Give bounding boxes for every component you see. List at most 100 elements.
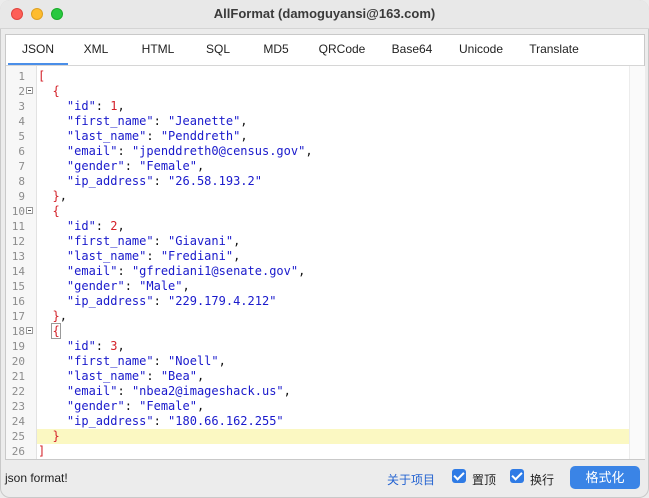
token-bracket: {: [38, 204, 60, 218]
window-title: AllFormat (damoguyansi@163.com): [213, 6, 436, 21]
pin-top-label: 置顶: [472, 473, 497, 487]
token-punct: :: [95, 219, 111, 233]
code-line: 25 }: [6, 429, 629, 444]
line-number: 4: [18, 115, 25, 128]
token-key: "first_name": [38, 354, 154, 368]
token-punct: ,: [233, 234, 241, 248]
line-number: 18: [11, 325, 25, 338]
token-punct: ,: [240, 114, 248, 128]
code-text: "gender": "Female",: [37, 399, 629, 414]
code-line: 10 {: [6, 204, 629, 219]
token-punct: ,: [117, 219, 125, 233]
code-line: 22 "email": "nbea2@imageshack.us",: [6, 384, 629, 399]
code-text: "ip_address": "26.58.193.2": [37, 174, 629, 189]
code-text: }: [37, 429, 629, 444]
line-number: 22: [11, 385, 25, 398]
code-text: },: [37, 189, 629, 204]
code-text: "id": 2,: [37, 219, 629, 234]
line-number: 11: [11, 220, 25, 233]
code-text: "email": "nbea2@imageshack.us",: [37, 384, 629, 399]
code-line: 7 "gender": "Female",: [6, 159, 629, 174]
code-line: 16 "ip_address": "229.179.4.212": [6, 294, 629, 309]
code-line: 18 {: [6, 323, 629, 339]
token-bracket: }: [38, 429, 60, 443]
line-number: 9: [18, 190, 25, 203]
token-punct: ,: [59, 309, 67, 323]
tab-base64[interactable]: Base64: [384, 35, 440, 65]
token-punct: ,: [298, 264, 306, 278]
code-line: 3 "id": 1,: [6, 99, 629, 114]
code-text: "email": "jpenddreth0@census.gov",: [37, 144, 629, 159]
line-number: 15: [11, 280, 25, 293]
matched-bracket: {: [51, 323, 61, 339]
tab-qrcode[interactable]: QRCode: [312, 35, 372, 65]
token-punct: :: [124, 279, 140, 293]
tab-md5[interactable]: MD5: [254, 35, 298, 65]
token-punct: ,: [196, 369, 205, 383]
line-number: 1: [18, 70, 25, 83]
line-number: 16: [11, 295, 25, 308]
line-number: 23: [11, 400, 25, 413]
line-number: 12: [11, 235, 25, 248]
code-line: 5 "last_name": "Penddreth",: [6, 129, 629, 144]
token-punct: :: [117, 264, 132, 278]
token-punct: :: [153, 354, 169, 368]
token-punct: ,: [59, 189, 67, 203]
pin-top-checkbox[interactable]: [452, 469, 466, 483]
token-key: "last_name": [38, 129, 147, 143]
code-text: {: [37, 323, 629, 339]
fold-toggle-icon[interactable]: [26, 87, 33, 94]
token-bracket: [38, 324, 52, 338]
code-line: 14 "email": "gfrediani1@senate.gov",: [6, 264, 629, 279]
fold-toggle-icon[interactable]: [26, 207, 33, 214]
tab-xml[interactable]: XML: [72, 35, 120, 65]
token-bracket: }: [38, 189, 60, 203]
token-punct: :: [153, 174, 169, 188]
json-editor[interactable]: 1[2 {3 "id": 1, 4 "first_name": "Jeanette…: [6, 66, 629, 459]
token-punct: :: [153, 234, 169, 248]
token-punct: ,: [305, 144, 313, 158]
token-punct: ,: [117, 99, 125, 113]
tab-json[interactable]: JSON: [8, 35, 68, 65]
tab-sql[interactable]: SQL: [196, 35, 240, 65]
format-button[interactable]: 格式化: [570, 466, 640, 489]
code-text: "last_name": "Penddreth",: [37, 129, 629, 144]
code-text: "first_name": "Giavani",: [37, 234, 629, 249]
code-line: 13 "last_name": "Frediani",: [6, 249, 629, 264]
line-number: 26: [11, 445, 25, 458]
token-str: "26.58.193.2": [168, 174, 262, 188]
token-punct: :: [124, 399, 140, 413]
code-line: 17 },: [6, 309, 629, 324]
token-punct: :: [153, 414, 169, 428]
token-str: "Frediani": [160, 249, 234, 263]
token-str: "Bea": [160, 369, 197, 383]
line-number: 13: [11, 250, 25, 263]
line-wrap-checkbox[interactable]: [510, 469, 524, 483]
code-text: "ip_address": "180.66.162.255": [37, 414, 629, 429]
line-number: 6: [18, 145, 25, 158]
about-project-link[interactable]: 关于项目: [387, 471, 435, 488]
token-punct: :: [146, 129, 161, 143]
token-punct: :: [95, 339, 111, 353]
editor-scrollbar[interactable]: [629, 66, 645, 459]
code-text: "id": 1,: [37, 99, 629, 114]
token-punct: ,: [196, 159, 205, 173]
line-number: 20: [11, 355, 25, 368]
line-number: 24: [11, 415, 25, 428]
fold-toggle-icon[interactable]: [26, 327, 33, 334]
token-punct: :: [124, 159, 140, 173]
tab-html[interactable]: HTML: [132, 35, 184, 65]
token-key: "last_name": [38, 369, 147, 383]
token-bracket: ]: [38, 444, 46, 458]
code-text: "first_name": "Noell",: [37, 354, 629, 369]
title-bar[interactable]: AllFormat (damoguyansi@163.com): [0, 0, 649, 29]
code-text: "id": 3,: [37, 339, 629, 354]
code-line: 8 "ip_address": "26.58.193.2": [6, 174, 629, 189]
code-text: ]: [37, 444, 629, 459]
tab-unicode[interactable]: Unicode: [452, 35, 510, 65]
line-number: 8: [18, 175, 25, 188]
token-key: "ip_address": [38, 174, 154, 188]
tab-translate[interactable]: Translate: [522, 35, 586, 65]
token-str: "229.179.4.212": [168, 294, 277, 308]
code-line: 23 "gender": "Female",: [6, 399, 629, 414]
